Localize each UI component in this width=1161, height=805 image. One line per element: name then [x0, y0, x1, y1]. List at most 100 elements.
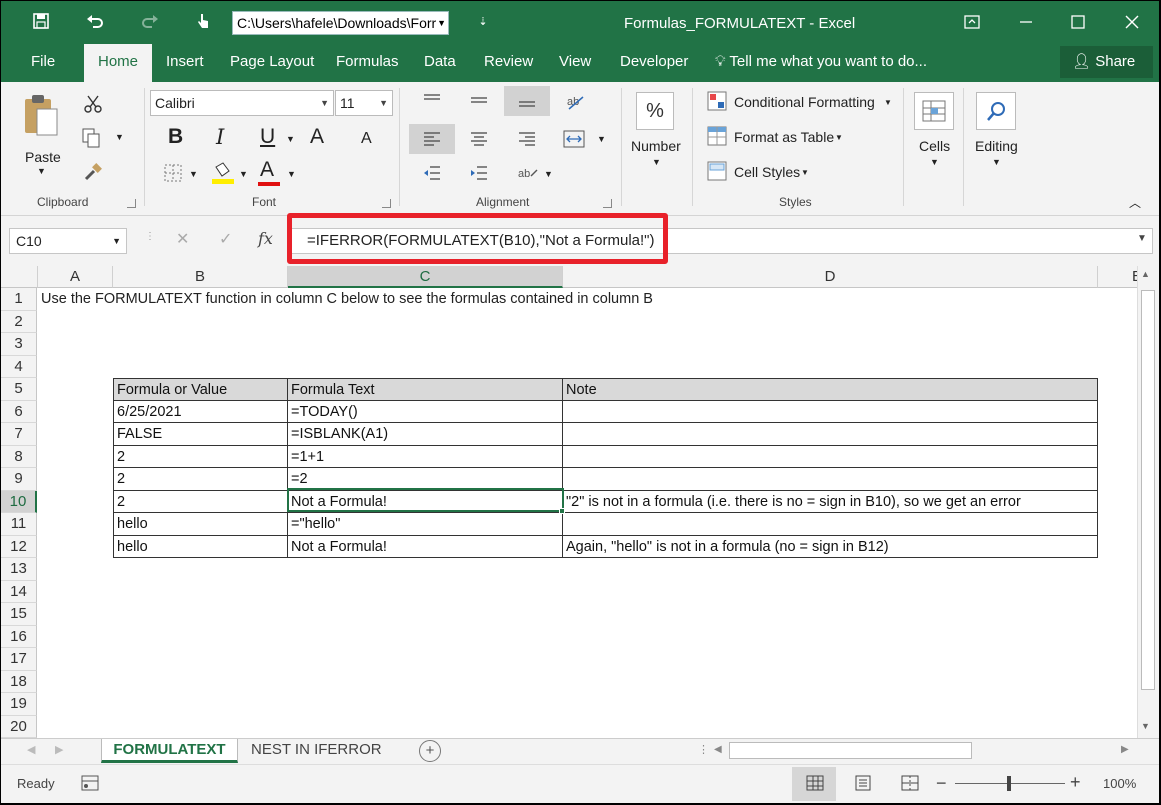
align-center-icon[interactable]: [466, 127, 492, 151]
conditional-formatting-icon[interactable]: [706, 90, 728, 112]
cancel-entry-icon[interactable]: ✕: [176, 229, 189, 249]
touch-mode-icon[interactable]: [191, 9, 215, 33]
tab-view[interactable]: View: [559, 44, 591, 82]
row-header-6[interactable]: 6: [1, 400, 37, 423]
cell-a1[interactable]: Use the FORMULATEXT function in column C…: [38, 288, 653, 311]
redo-icon[interactable]: [138, 9, 162, 33]
cell-d9[interactable]: [563, 468, 1098, 491]
confirm-entry-icon[interactable]: ✓: [219, 229, 232, 249]
table-header-c[interactable]: Formula Text: [288, 378, 563, 401]
select-all-corner[interactable]: [1, 266, 38, 288]
alignment-launcher-icon[interactable]: [603, 199, 612, 208]
add-sheet-icon[interactable]: +: [419, 740, 441, 762]
font-size-combo[interactable]: 11 ▼: [335, 90, 393, 116]
cells-dropdown-icon[interactable]: ▼: [930, 157, 939, 167]
copy-dropdown-icon[interactable]: ▼: [115, 132, 124, 142]
tab-insert[interactable]: Insert: [166, 44, 204, 82]
fill-handle[interactable]: [559, 508, 565, 514]
editing-button-label[interactable]: Editing: [975, 138, 1018, 154]
underline-button[interactable]: U: [260, 125, 275, 149]
row-header-17[interactable]: 17: [1, 648, 37, 671]
close-icon[interactable]: [1121, 11, 1143, 33]
italic-button[interactable]: I: [216, 125, 224, 149]
font-color-button[interactable]: A: [260, 158, 274, 182]
cell-d12[interactable]: Again, "hello" is not in a formula (no =…: [563, 535, 1098, 558]
row-header-12[interactable]: 12: [1, 535, 37, 558]
cell-b10[interactable]: 2: [113, 490, 288, 513]
insert-function-button[interactable]: fx: [258, 229, 273, 248]
scroll-down-icon[interactable]: ▼: [1141, 721, 1150, 731]
maximize-icon[interactable]: [1067, 11, 1089, 33]
row-header-15[interactable]: 15: [1, 603, 37, 626]
font-launcher-icon[interactable]: [382, 199, 391, 208]
tab-file[interactable]: File: [31, 44, 55, 82]
increase-indent-icon[interactable]: [466, 162, 492, 184]
worksheet-grid[interactable]: A B C D E 123456789101112131415161718192…: [1, 266, 1137, 738]
share-button[interactable]: 👤︎ Share: [1060, 46, 1153, 78]
table-header-b[interactable]: Formula or Value: [113, 378, 288, 401]
column-header-d[interactable]: D: [563, 266, 1098, 288]
collapse-ribbon-icon[interactable]: ︿: [1129, 194, 1141, 211]
decrease-indent-icon[interactable]: [419, 162, 445, 184]
clipboard-launcher-icon[interactable]: [127, 199, 136, 208]
row-header-14[interactable]: 14: [1, 580, 37, 603]
row-header-13[interactable]: 13: [1, 558, 37, 581]
sheet-tab-nest-in-iferror[interactable]: NEST IN IFERROR: [251, 739, 382, 763]
row-header-4[interactable]: 4: [1, 355, 37, 378]
font-color-dropdown-icon[interactable]: ▼: [287, 169, 296, 179]
cell-c7[interactable]: =ISBLANK(A1): [288, 423, 563, 446]
column-header-e[interactable]: E: [1098, 266, 1137, 288]
format-as-table-button[interactable]: Format as Table: [734, 129, 834, 145]
row-header-1[interactable]: 1: [1, 288, 37, 311]
customize-toolbar-icon[interactable]: ⇣: [471, 9, 495, 33]
tab-review[interactable]: Review: [484, 44, 533, 82]
cells-button-label[interactable]: Cells: [919, 138, 950, 154]
tab-developer[interactable]: Developer: [620, 44, 688, 82]
format-painter-icon[interactable]: [81, 160, 105, 184]
row-header-10[interactable]: 10: [1, 490, 37, 513]
tab-formulas[interactable]: Formulas: [336, 44, 399, 82]
orientation-icon[interactable]: ab: [563, 90, 589, 112]
zoom-slider-thumb[interactable]: [1007, 776, 1011, 791]
wrap-dropdown-icon[interactable]: ▼: [544, 169, 553, 179]
cell-styles-icon[interactable]: [706, 160, 728, 182]
page-break-view-icon[interactable]: [899, 773, 921, 793]
font-name-combo[interactable]: Calibri ▼: [150, 90, 334, 116]
merge-dropdown-icon[interactable]: ▼: [597, 134, 606, 144]
row-header-18[interactable]: 18: [1, 670, 37, 693]
name-box[interactable]: C10 ▼: [9, 228, 127, 254]
undo-icon[interactable]: [83, 9, 107, 33]
vertical-scroll-thumb[interactable]: [1141, 290, 1155, 690]
conditional-dropdown-icon[interactable]: ▼: [884, 98, 892, 107]
zoom-level[interactable]: 100%: [1103, 776, 1136, 791]
cell-b8[interactable]: 2: [113, 445, 288, 468]
row-header-2[interactable]: 2: [1, 310, 37, 333]
cell-b6[interactable]: 6/25/2021: [113, 400, 288, 423]
hscroll-right-icon[interactable]: ▶: [1121, 739, 1129, 763]
column-header-b[interactable]: B: [113, 266, 288, 288]
cell-b12[interactable]: hello: [113, 535, 288, 558]
clipboard-paste-icon[interactable]: [19, 92, 63, 138]
file-path-combo[interactable]: C:\Users\hafele\Downloads\Forr ▼: [232, 11, 449, 35]
ribbon-display-icon[interactable]: [961, 11, 983, 33]
row-header-3[interactable]: 3: [1, 333, 37, 356]
tab-home[interactable]: Home: [84, 44, 153, 82]
cell-d10[interactable]: "2" is not in a formula (i.e. there is n…: [563, 490, 1098, 513]
merge-center-icon[interactable]: [561, 127, 587, 151]
normal-view-icon[interactable]: [804, 773, 826, 793]
row-header-8[interactable]: 8: [1, 445, 37, 468]
vertical-scrollbar[interactable]: ▲ ▼: [1137, 266, 1159, 738]
row-header-9[interactable]: 9: [1, 468, 37, 491]
scroll-up-icon[interactable]: ▲: [1141, 269, 1150, 279]
format-table-dropdown-icon[interactable]: ▼: [835, 133, 843, 142]
shrink-font-button[interactable]: A: [361, 130, 372, 148]
tab-data[interactable]: Data: [424, 44, 456, 82]
column-header-c[interactable]: C: [288, 266, 563, 288]
number-button-label[interactable]: Number: [631, 138, 681, 154]
sheet-prev-icon[interactable]: ◀: [27, 739, 35, 763]
zoom-out-icon[interactable]: −: [936, 773, 947, 794]
column-header-a[interactable]: A: [38, 266, 113, 288]
row-header-7[interactable]: 7: [1, 423, 37, 446]
bold-button[interactable]: B: [168, 125, 183, 149]
sheet-tab-formulatext[interactable]: FORMULATEXT: [101, 739, 238, 763]
